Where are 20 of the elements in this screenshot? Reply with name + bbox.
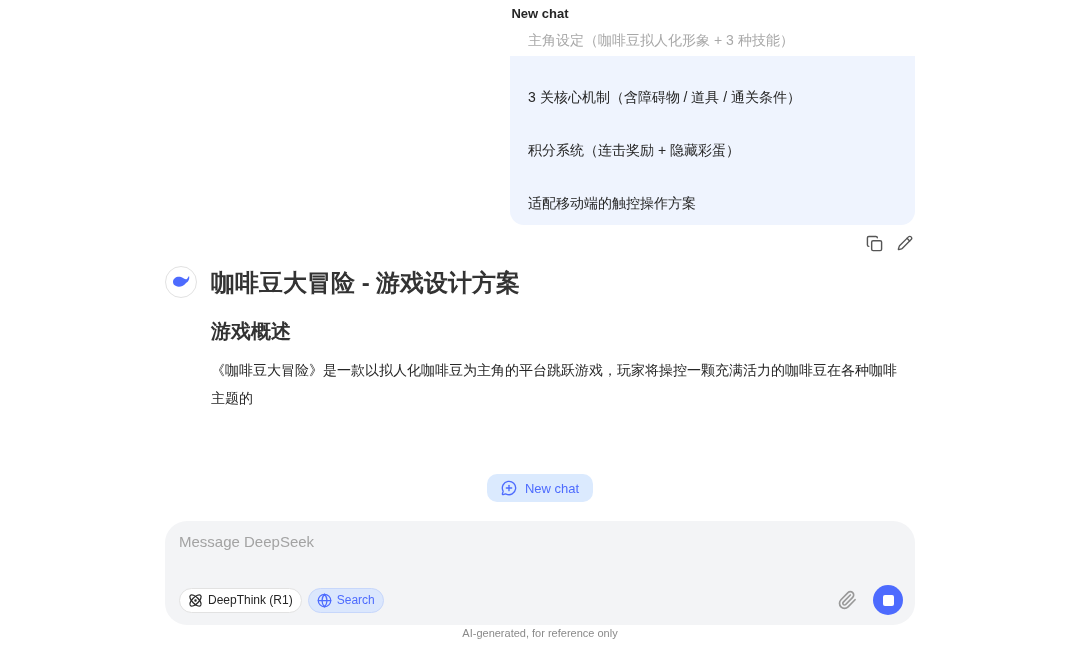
message-line: 适配移动端的触控操作方案 <box>528 194 697 213</box>
deepthink-toggle[interactable]: DeepThink (R1) <box>179 587 302 613</box>
message-line: 积分系统（连击奖励 + 隐藏彩蛋） <box>528 141 741 160</box>
whale-icon <box>171 274 191 290</box>
disclaimer-text: AI-generated, for reference only <box>462 627 618 639</box>
response-paragraph: 《咖啡豆大冒险》是一款以拟人化咖啡豆为主角的平台跳跃游戏，玩家将操控一颗充满活力的咖啡豆在各种咖啡主题的 <box>211 361 898 408</box>
window-title: New chat <box>511 5 569 23</box>
chat-plus-icon <box>500 480 517 496</box>
message-line: 3 关核心机制（含障碍物 / 道具 / 通关条件） <box>528 88 802 107</box>
copy-icon[interactable] <box>866 235 883 252</box>
response-title: 咖啡豆大冒险 - 游戏设计方案 <box>211 268 522 298</box>
atom-icon <box>188 592 203 608</box>
new-chat-button[interactable]: New chat <box>486 474 594 502</box>
globe-icon <box>316 592 332 608</box>
attach-icon[interactable] <box>837 590 857 610</box>
search-toggle[interactable]: Search <box>307 587 384 613</box>
message-input[interactable]: Message DeepSeek <box>179 533 903 550</box>
stop-button[interactable] <box>873 585 903 615</box>
edit-icon[interactable] <box>897 235 913 251</box>
section-heading: 游戏概述 <box>211 319 292 344</box>
